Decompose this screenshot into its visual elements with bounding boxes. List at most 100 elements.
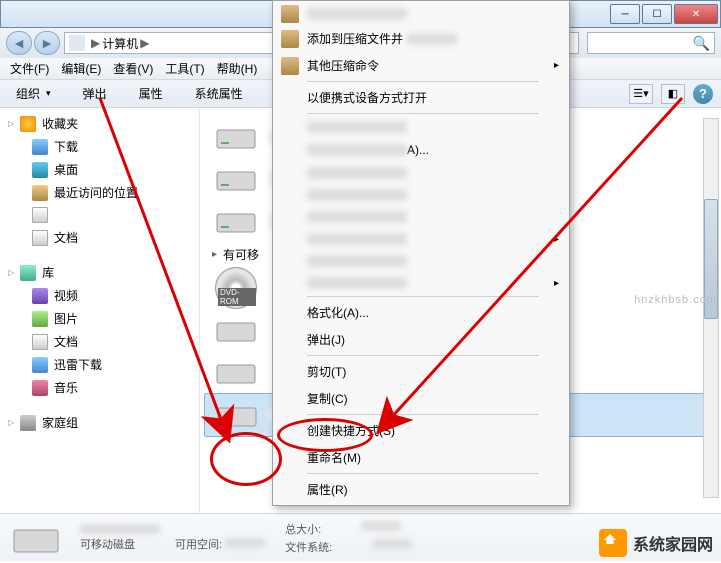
ctx-label: 属性(R) [307, 481, 348, 498]
ctx-copy[interactable]: 复制(C) [275, 385, 567, 412]
ctx-item[interactable]: A)... [275, 138, 567, 162]
tool-sysproperties[interactable]: 系统属性 [187, 83, 251, 104]
breadcrumb-sep: ▶ [140, 36, 149, 50]
picture-icon [32, 311, 48, 327]
ctx-label [307, 211, 407, 223]
status-type: 可移动磁盘 [80, 539, 135, 551]
ctx-item[interactable] [275, 162, 567, 184]
help-button[interactable]: ? [693, 84, 713, 104]
sidebar-thunder[interactable]: 迅雷下载 [0, 353, 199, 376]
menu-edit[interactable]: 编辑(E) [55, 58, 107, 79]
menu-file[interactable]: 文件(F) [4, 58, 55, 79]
ctx-rename[interactable]: 重命名(M) [275, 444, 567, 471]
drive-icon [12, 520, 60, 556]
ctx-label: 剪切(T) [307, 363, 346, 380]
sidebar-recent[interactable]: 最近访问的位置 [0, 181, 199, 204]
ctx-format[interactable]: 格式化(A)... [275, 299, 567, 326]
back-button[interactable]: ◄ [6, 31, 32, 55]
ctx-suffix: A)... [407, 143, 429, 157]
ctx-label [307, 277, 407, 289]
archive-icon [281, 57, 299, 75]
sidebar-favorites[interactable]: 收藏夹 [0, 112, 199, 135]
sidebar-item-label: 迅雷下载 [54, 356, 102, 373]
separator [307, 473, 539, 474]
status-totalsize-label: 总大小: [285, 521, 321, 537]
ctx-label [307, 255, 407, 267]
sidebar: 收藏夹 下载 桌面 最近访问的位置 文档 库 视频 图片 文档 迅雷下载 音乐 … [0, 108, 200, 513]
status-freespace-label: 可用空间: [175, 539, 222, 551]
search-icon: 🔍 [693, 35, 710, 52]
tool-properties[interactable]: 属性 [131, 83, 171, 104]
ctx-item[interactable] [275, 272, 567, 294]
ctx-properties[interactable]: 属性(R) [275, 476, 567, 503]
ctx-item[interactable] [275, 184, 567, 206]
recent-icon [32, 185, 48, 201]
separator [307, 414, 539, 415]
close-button[interactable]: ✕ [674, 4, 718, 24]
sidebar-item-label: 库 [42, 264, 54, 281]
download-icon [32, 357, 48, 373]
ctx-label [307, 8, 407, 20]
tool-organize[interactable]: 组织 [8, 83, 59, 104]
dvd-label: DVD-ROM [218, 288, 256, 306]
view-mode-button[interactable]: ☰▾ [629, 84, 653, 104]
sidebar-videos[interactable]: 视频 [0, 284, 199, 307]
menu-view[interactable]: 查看(V) [107, 58, 159, 79]
video-icon [32, 288, 48, 304]
sidebar-item-label: 收藏夹 [42, 115, 78, 132]
sidebar-documents[interactable]: 文档 [0, 226, 199, 249]
ctx-item[interactable] [275, 116, 567, 138]
archive-icon [281, 30, 299, 48]
brand-badge: 系统家园网 [599, 529, 713, 557]
dvd-icon: DVD-ROM [212, 270, 260, 306]
brand-icon [599, 529, 627, 557]
sidebar-desktop[interactable]: 桌面 [0, 158, 199, 181]
sidebar-libraries[interactable]: 库 [0, 261, 199, 284]
download-icon [32, 139, 48, 155]
doc-icon [32, 207, 48, 223]
maximize-button[interactable]: ☐ [642, 4, 672, 24]
ctx-shortcut[interactable]: 创建快捷方式(S) [275, 417, 567, 444]
ctx-other-compress[interactable]: 其他压缩命令 [275, 52, 567, 79]
ctx-portable[interactable]: 以便携式设备方式打开 [275, 84, 567, 111]
drive-icon [212, 161, 260, 197]
ctx-label: 创建快捷方式(S) [307, 422, 395, 439]
ctx-item[interactable] [275, 228, 567, 250]
sidebar-item[interactable] [0, 204, 199, 226]
sidebar-docs[interactable]: 文档 [0, 330, 199, 353]
sidebar-pictures[interactable]: 图片 [0, 307, 199, 330]
drive-icon [212, 312, 260, 348]
breadcrumb-computer[interactable]: 计算机 [102, 35, 138, 52]
ctx-item[interactable] [275, 250, 567, 272]
ctx-label: 其他压缩命令 [307, 57, 379, 74]
scrollbar[interactable] [703, 118, 719, 498]
ctx-label [307, 233, 407, 245]
ctx-add-compress[interactable]: 添加到压缩文件并 [275, 25, 567, 52]
sidebar-item-label: 桌面 [54, 161, 78, 178]
sidebar-item-label: 最近访问的位置 [54, 184, 138, 201]
ctx-label: 以便携式设备方式打开 [307, 89, 427, 106]
menu-help[interactable]: 帮助(H) [211, 58, 264, 79]
music-icon [32, 380, 48, 396]
sidebar-item-label: 视频 [54, 287, 78, 304]
forward-button[interactable]: ► [34, 31, 60, 55]
ctx-eject[interactable]: 弹出(J) [275, 326, 567, 353]
sidebar-music[interactable]: 音乐 [0, 376, 199, 399]
tool-eject[interactable]: 弹出 [75, 83, 115, 104]
separator [307, 81, 539, 82]
ctx-item[interactable] [275, 206, 567, 228]
ctx-item[interactable] [275, 3, 567, 25]
preview-pane-button[interactable]: ◧ [661, 84, 685, 104]
sidebar-downloads[interactable]: 下载 [0, 135, 199, 158]
computer-icon [69, 35, 85, 51]
sidebar-homegroup[interactable]: 家庭组 [0, 411, 199, 434]
ctx-label: 重命名(M) [307, 449, 361, 466]
search-input[interactable]: 🔍 [587, 32, 715, 54]
sidebar-item-label: 文档 [54, 229, 78, 246]
breadcrumb-sep: ▶ [91, 36, 100, 50]
ctx-cut[interactable]: 剪切(T) [275, 358, 567, 385]
desktop-icon [32, 162, 48, 178]
ctx-label: 格式化(A)... [307, 304, 369, 321]
menu-tools[interactable]: 工具(T) [159, 58, 210, 79]
minimize-button[interactable]: ─ [610, 4, 640, 24]
